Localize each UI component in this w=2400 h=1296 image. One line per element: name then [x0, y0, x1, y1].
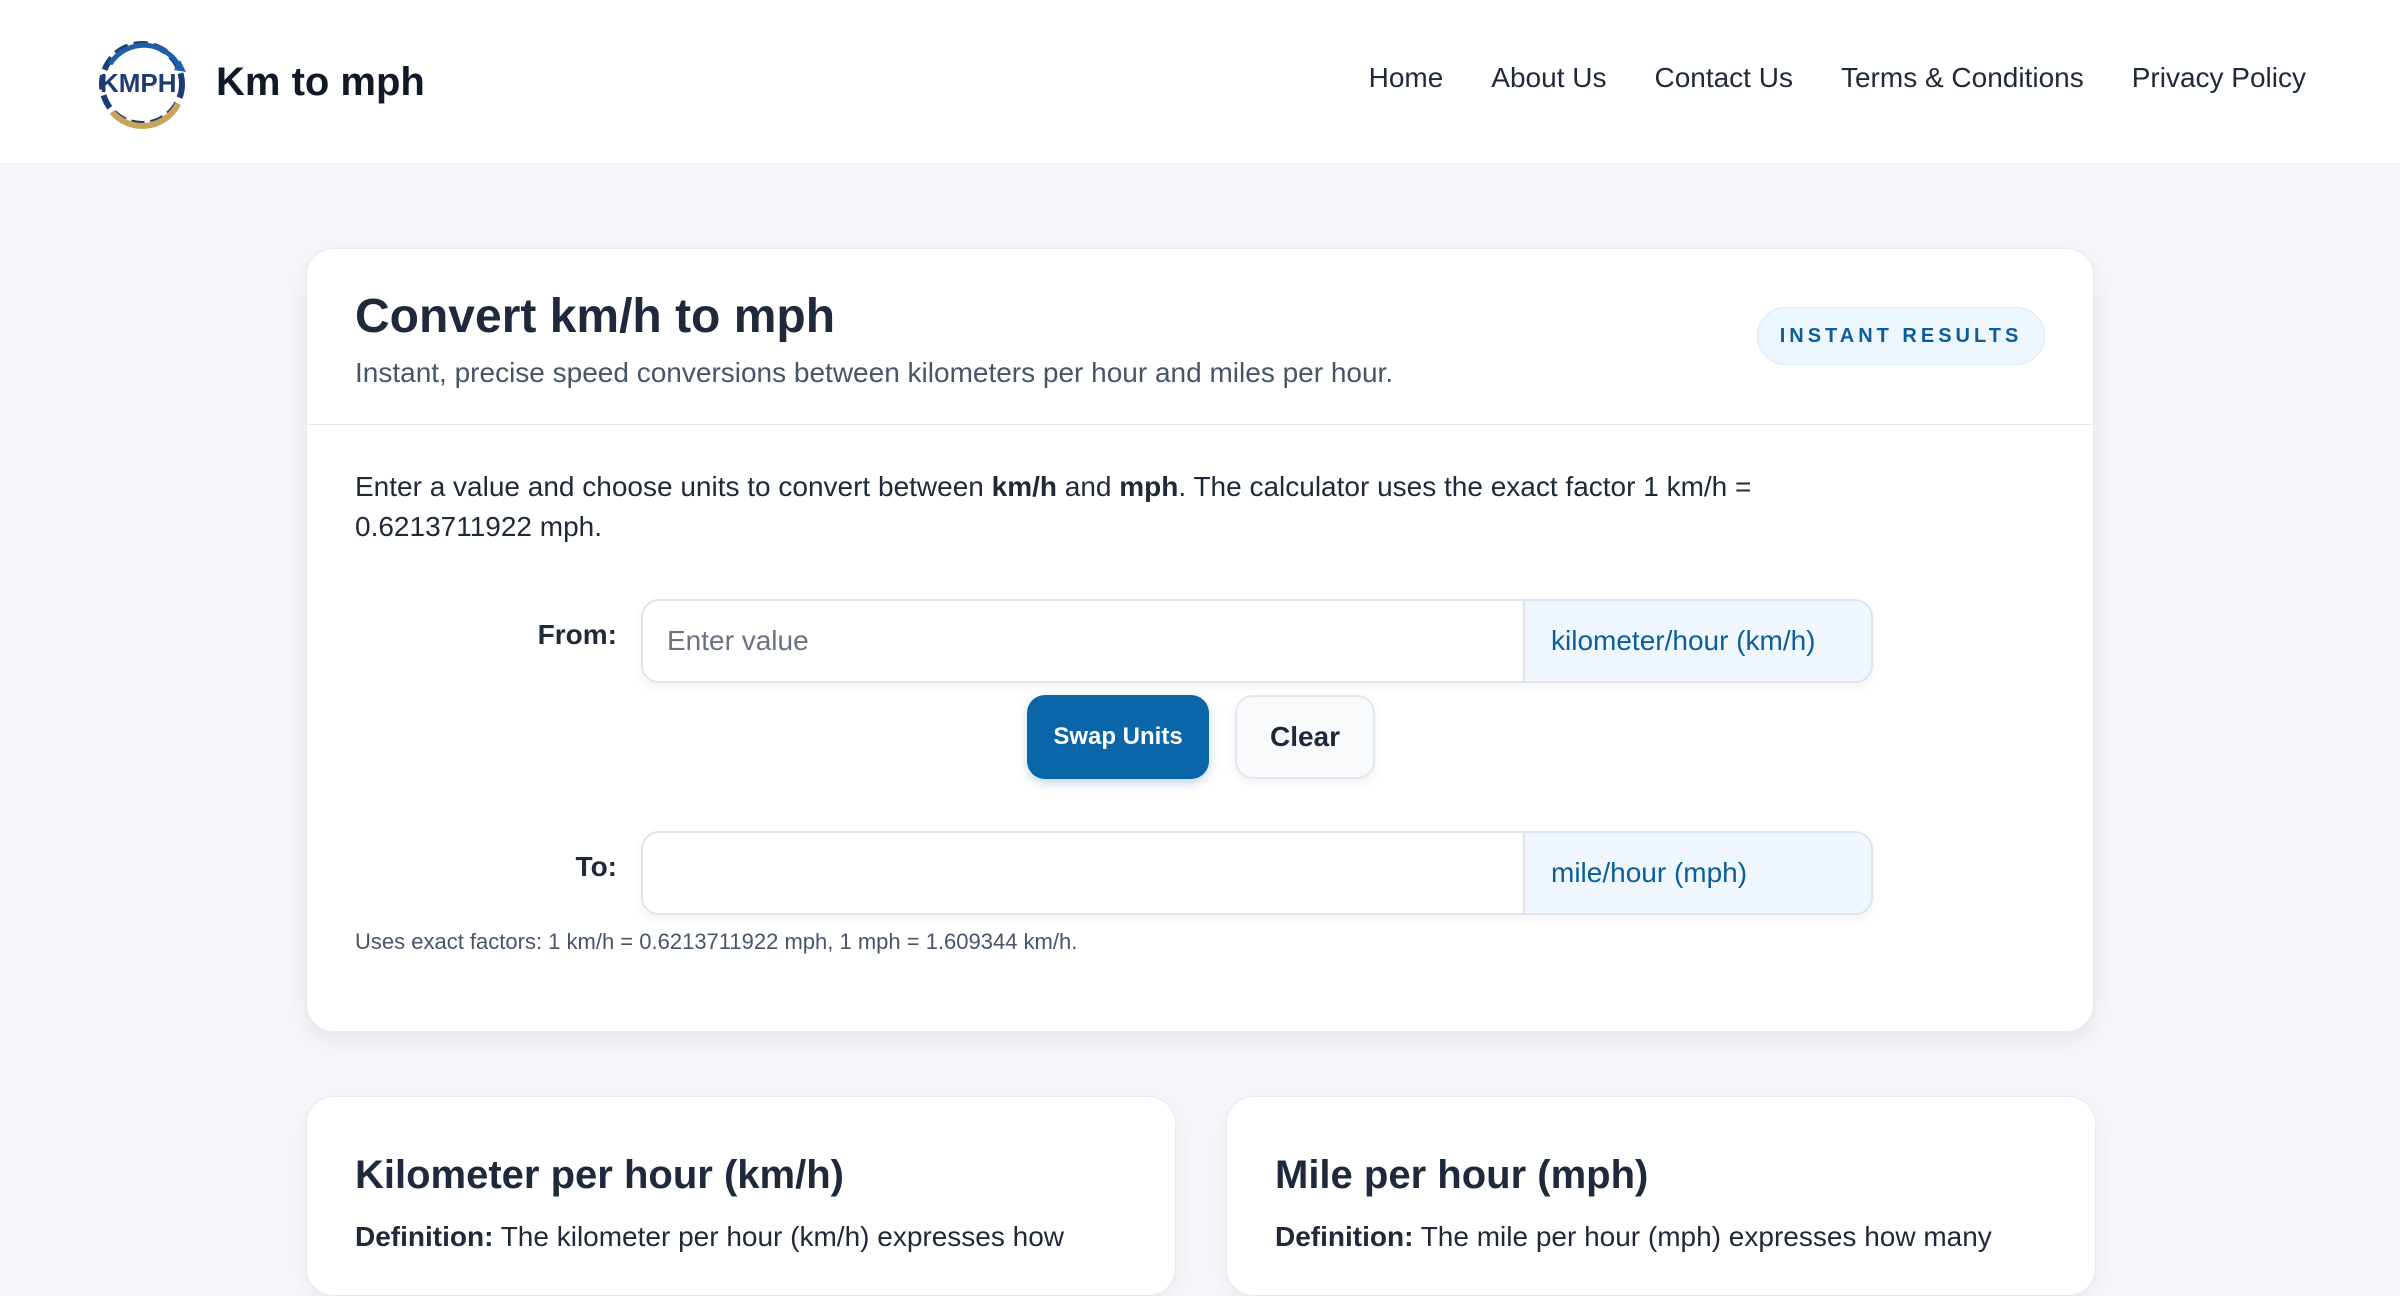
speedometer-logo-icon: KMPH — [99, 41, 186, 129]
logo-text: KMPH — [100, 68, 177, 98]
to-value-output[interactable] — [643, 833, 1523, 913]
from-field-group: kilometer/hour (km/h) — [641, 599, 1873, 683]
from-value-input[interactable] — [643, 601, 1523, 681]
nav-home[interactable]: Home — [1369, 62, 1444, 94]
mph-info-title: Mile per hour (mph) — [1275, 1153, 1649, 1197]
mph-definition-text: The mile per hour (mph) expresses how ma… — [1413, 1221, 1992, 1252]
nav-about-us[interactable]: About Us — [1491, 62, 1606, 94]
mph-definition-label: Definition: — [1275, 1221, 1414, 1252]
kmh-definition-label: Definition: — [355, 1221, 494, 1252]
nav-terms-conditions[interactable]: Terms & Conditions — [1841, 62, 2084, 94]
converter-card-header: Convert km/h to mph Instant, precise spe… — [307, 249, 2093, 425]
nav-contact-us[interactable]: Contact Us — [1654, 62, 1793, 94]
site-header: KMPH Km to mph Home About Us Contact Us … — [0, 0, 2400, 164]
brand-name: Km to mph — [216, 59, 425, 104]
kmh-definition-text: The kilometer per hour (km/h) expresses … — [493, 1221, 1065, 1252]
intro-unit-mph: mph — [1119, 471, 1179, 502]
mph-info-card: Mile per hour (mph) Definition: The mile… — [1226, 1096, 2096, 1296]
from-unit-select[interactable]: kilometer/hour (km/h) — [1523, 601, 1871, 681]
brand[interactable]: KMPH Km to mph — [92, 34, 425, 130]
clear-button[interactable]: Clear — [1235, 695, 1375, 779]
intro-text-2: and — [1057, 471, 1120, 502]
converter-card: Convert km/h to mph Instant, precise spe… — [306, 248, 2094, 1032]
swap-units-button[interactable]: Swap Units — [1027, 695, 1209, 779]
kmh-info-card: Kilometer per hour (km/h) Definition: Th… — [306, 1096, 1176, 1296]
to-unit-select[interactable]: mile/hour (mph) — [1523, 833, 1871, 913]
kmh-info-title: Kilometer per hour (km/h) — [355, 1153, 844, 1197]
mph-definition: Definition: The mile per hour (mph) expr… — [1275, 1221, 2075, 1253]
converter-intro: Enter a value and choose units to conver… — [355, 467, 1915, 547]
intro-unit-kmh: km/h — [991, 471, 1057, 502]
main-nav: Home About Us Contact Us Terms & Conditi… — [1369, 62, 2306, 94]
intro-text-1: Enter a value and choose units to conver… — [355, 471, 992, 502]
kmh-definition: Definition: The kilometer per hour (km/h… — [355, 1221, 1155, 1253]
to-field-group: mile/hour (mph) — [641, 831, 1873, 915]
from-label: From: — [537, 619, 617, 650]
to-label: To: — [575, 851, 617, 882]
conversion-factors-note: Uses exact factors: 1 km/h = 0.621371192… — [355, 929, 1078, 954]
instant-results-badge: INSTANT RESULTS — [1757, 307, 2045, 365]
page-subtitle: Instant, precise speed conversions betwe… — [355, 357, 1394, 388]
nav-privacy-policy[interactable]: Privacy Policy — [2132, 62, 2306, 94]
page-title: Convert km/h to mph — [355, 290, 836, 343]
